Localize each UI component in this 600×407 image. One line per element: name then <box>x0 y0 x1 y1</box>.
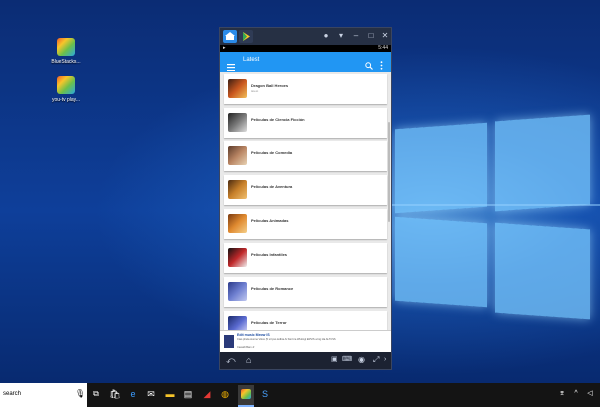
list-item[interactable]: Películas de Ciencia Ficción <box>224 108 387 138</box>
ad-icon <box>224 335 234 348</box>
chrome-icon[interactable]: ◍ <box>219 387 231 401</box>
windows-logo <box>395 114 590 320</box>
bluestacks-bottom-bar: ⤺ ⌂ ▣ ⌨ ◉ ⤢ › <box>220 352 391 369</box>
app-taskbar-icon[interactable]: ▤ <box>182 387 194 401</box>
category-list: Dragon Ball Heroes latest Películas de C… <box>220 72 391 330</box>
play-notification-icon: ▸ <box>223 45 226 51</box>
item-thumbnail <box>228 146 247 165</box>
item-title: Películas de Ciencia Ficción <box>251 117 305 122</box>
item-thumbnail <box>228 180 247 199</box>
ad-banner[interactable]: Edit music Meow IS Ciao phela stunne Voi… <box>220 330 391 353</box>
microphone-icon[interactable]: 🎙 <box>75 389 85 398</box>
search-text: search <box>3 391 22 397</box>
bluestacks-app-icon <box>241 389 251 399</box>
list-item[interactable]: Películas de Terror <box>224 311 387 330</box>
item-title: Películas de Aventura <box>251 184 293 189</box>
app-icon[interactable]: ▣ <box>331 355 338 365</box>
back-icon[interactable]: ⤺ <box>226 355 236 365</box>
item-thumbnail <box>228 214 247 233</box>
list-item[interactable]: Dragon Ball Heroes latest <box>224 74 387 104</box>
notification-icon[interactable]: ▾ <box>336 31 346 41</box>
list-item[interactable]: Películas Infantiles <box>224 243 387 273</box>
app-bar: Latest <box>220 52 391 72</box>
list-item[interactable]: Películas de Aventura <box>224 175 387 205</box>
close-icon[interactable]: ✕ <box>380 31 390 41</box>
task-view-icon[interactable]: ⧉ <box>90 387 102 401</box>
app-bar-title: Latest <box>243 57 260 63</box>
bluestacks-app-icon <box>57 38 75 56</box>
ad-body: Ciao phela stunne Voice (5 st Ipso ledbi… <box>237 338 336 341</box>
item-title: Películas de Comedia <box>251 150 293 155</box>
eye-icon[interactable]: ◉ <box>358 355 365 365</box>
desktop-icon-you-tv[interactable]: you-tv play... <box>44 76 88 103</box>
minimize-icon[interactable]: – <box>351 31 361 41</box>
volume-icon[interactable]: ◁ <box>584 387 596 401</box>
item-subtitle: latest <box>251 89 259 93</box>
desktop-icon-label: you-tv play... <box>52 97 80 103</box>
item-title: Dragon Ball Heroes <box>251 83 289 88</box>
play-store-tab-button[interactable] <box>239 30 253 43</box>
maximize-icon[interactable]: □ <box>366 31 376 41</box>
item-title: Películas Animadas <box>251 218 289 223</box>
list-item[interactable]: Películas de Romance <box>224 277 387 307</box>
search-box[interactable]: search 🎙 <box>0 383 87 407</box>
store-icon[interactable]: 🛍 <box>109 387 121 401</box>
fullscreen-icon[interactable]: ⤢ <box>373 355 379 365</box>
item-title: Películas de Romance <box>251 286 294 291</box>
home-icon[interactable]: ⌂ <box>246 355 251 365</box>
list-item[interactable]: Películas de Comedia <box>224 141 387 171</box>
bluestacks-titlebar: ● ▾ – □ ✕ <box>220 28 391 45</box>
item-thumbnail <box>228 316 247 330</box>
home-tab-button[interactable] <box>223 30 237 43</box>
app-taskbar-icon[interactable]: S <box>259 387 271 401</box>
item-thumbnail <box>228 282 247 301</box>
desktop-icon-bluestacks[interactable]: BlueStacks... <box>44 38 88 65</box>
bluestacks-taskbar-icon[interactable] <box>238 385 254 407</box>
taskbar: search 🎙 ⧉ 🛍 e ✉ ▬ ▤ ◢ ◍ ✎ S ⌆ ^ ◁ <box>0 383 600 407</box>
chevron-right-icon[interactable]: › <box>384 355 386 365</box>
play-store-icon <box>243 32 250 41</box>
bluestacks-window: ● ▾ – □ ✕ ▸ 5:44 Latest Dragon Ball Hero… <box>219 27 392 370</box>
file-explorer-icon[interactable]: ▬ <box>164 387 176 401</box>
chevron-up-icon[interactable]: ^ <box>570 387 582 401</box>
app-taskbar-icon[interactable]: ◢ <box>201 387 213 401</box>
keyboard-icon[interactable]: ⌨ <box>342 355 352 365</box>
item-thumbnail <box>228 113 247 132</box>
bluestacks-app-icon <box>57 76 75 94</box>
item-thumbnail <box>228 79 247 98</box>
desktop-icon-label: BlueStacks... <box>51 59 81 65</box>
item-title: Películas Infantiles <box>251 252 288 257</box>
edge-icon[interactable]: e <box>127 387 139 401</box>
android-status-bar: ▸ 5:44 <box>220 45 391 52</box>
ad-footer: Cassidi Bam Jr <box>237 346 255 349</box>
list-item[interactable]: Películas Animadas <box>224 209 387 239</box>
status-time: 5:44 <box>378 45 388 51</box>
profile-icon[interactable]: ● <box>321 31 331 41</box>
home-icon <box>225 32 235 40</box>
mail-icon[interactable]: ✉ <box>145 387 157 401</box>
item-thumbnail <box>228 248 247 267</box>
list-scrollbar[interactable] <box>388 122 390 222</box>
ad-title: Edit music Meow IS <box>237 333 270 337</box>
item-title: Películas de Terror <box>251 320 287 325</box>
network-icon[interactable]: ⌆ <box>556 387 568 401</box>
